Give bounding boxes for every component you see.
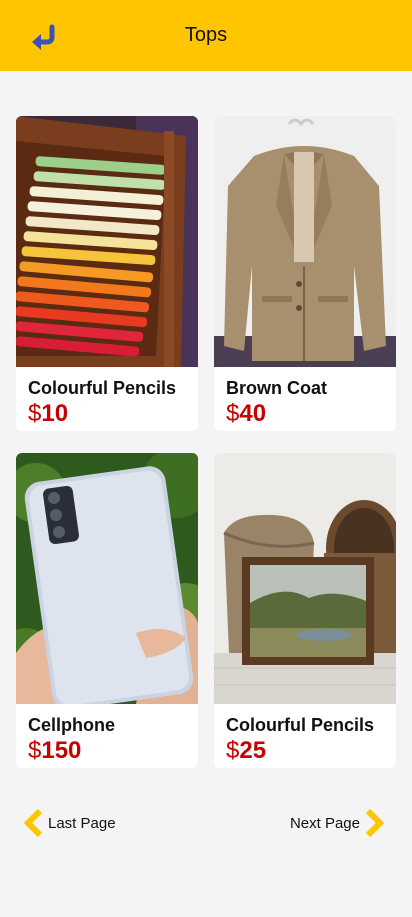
product-image bbox=[214, 453, 396, 704]
price-amount: 10 bbox=[41, 400, 69, 427]
price-amount: 40 bbox=[239, 400, 267, 427]
product-name: Colourful Pencils bbox=[28, 378, 177, 398]
product-image bbox=[214, 116, 396, 367]
currency-symbol: $ bbox=[226, 400, 240, 427]
next-page-button[interactable]: Next Page bbox=[290, 808, 384, 838]
product-image bbox=[16, 453, 198, 704]
product-price: $10 bbox=[28, 400, 68, 428]
product-card[interactable]: Cellphone $150 bbox=[16, 453, 198, 768]
next-page-label: Next Page bbox=[289, 814, 360, 832]
currency-symbol: $ bbox=[226, 737, 240, 764]
product-price: $25 bbox=[226, 737, 266, 765]
currency-symbol: $ bbox=[28, 400, 42, 427]
chevron-left-icon bbox=[24, 809, 43, 837]
currency-symbol: $ bbox=[28, 737, 42, 764]
price-amount: 150 bbox=[41, 737, 82, 764]
price-amount: 25 bbox=[239, 737, 267, 764]
product-card[interactable]: Brown Coat $40 bbox=[214, 116, 396, 431]
product-price: $40 bbox=[226, 400, 266, 428]
product-card[interactable]: Colourful Pencils $25 bbox=[214, 453, 396, 768]
product-image bbox=[16, 116, 198, 367]
product-name: Colourful Pencils bbox=[226, 715, 375, 735]
page-title: Tops bbox=[184, 24, 228, 46]
last-page-button[interactable]: Last Page bbox=[24, 808, 116, 838]
chevron-right-icon bbox=[365, 809, 384, 837]
last-page-label: Last Page bbox=[48, 814, 116, 832]
product-name: Brown Coat bbox=[226, 378, 327, 398]
product-price: $150 bbox=[28, 737, 81, 765]
product-card[interactable]: Colourful Pencils $10 bbox=[16, 116, 198, 431]
product-name: Cellphone bbox=[28, 715, 116, 735]
app-header: Tops bbox=[0, 0, 412, 71]
